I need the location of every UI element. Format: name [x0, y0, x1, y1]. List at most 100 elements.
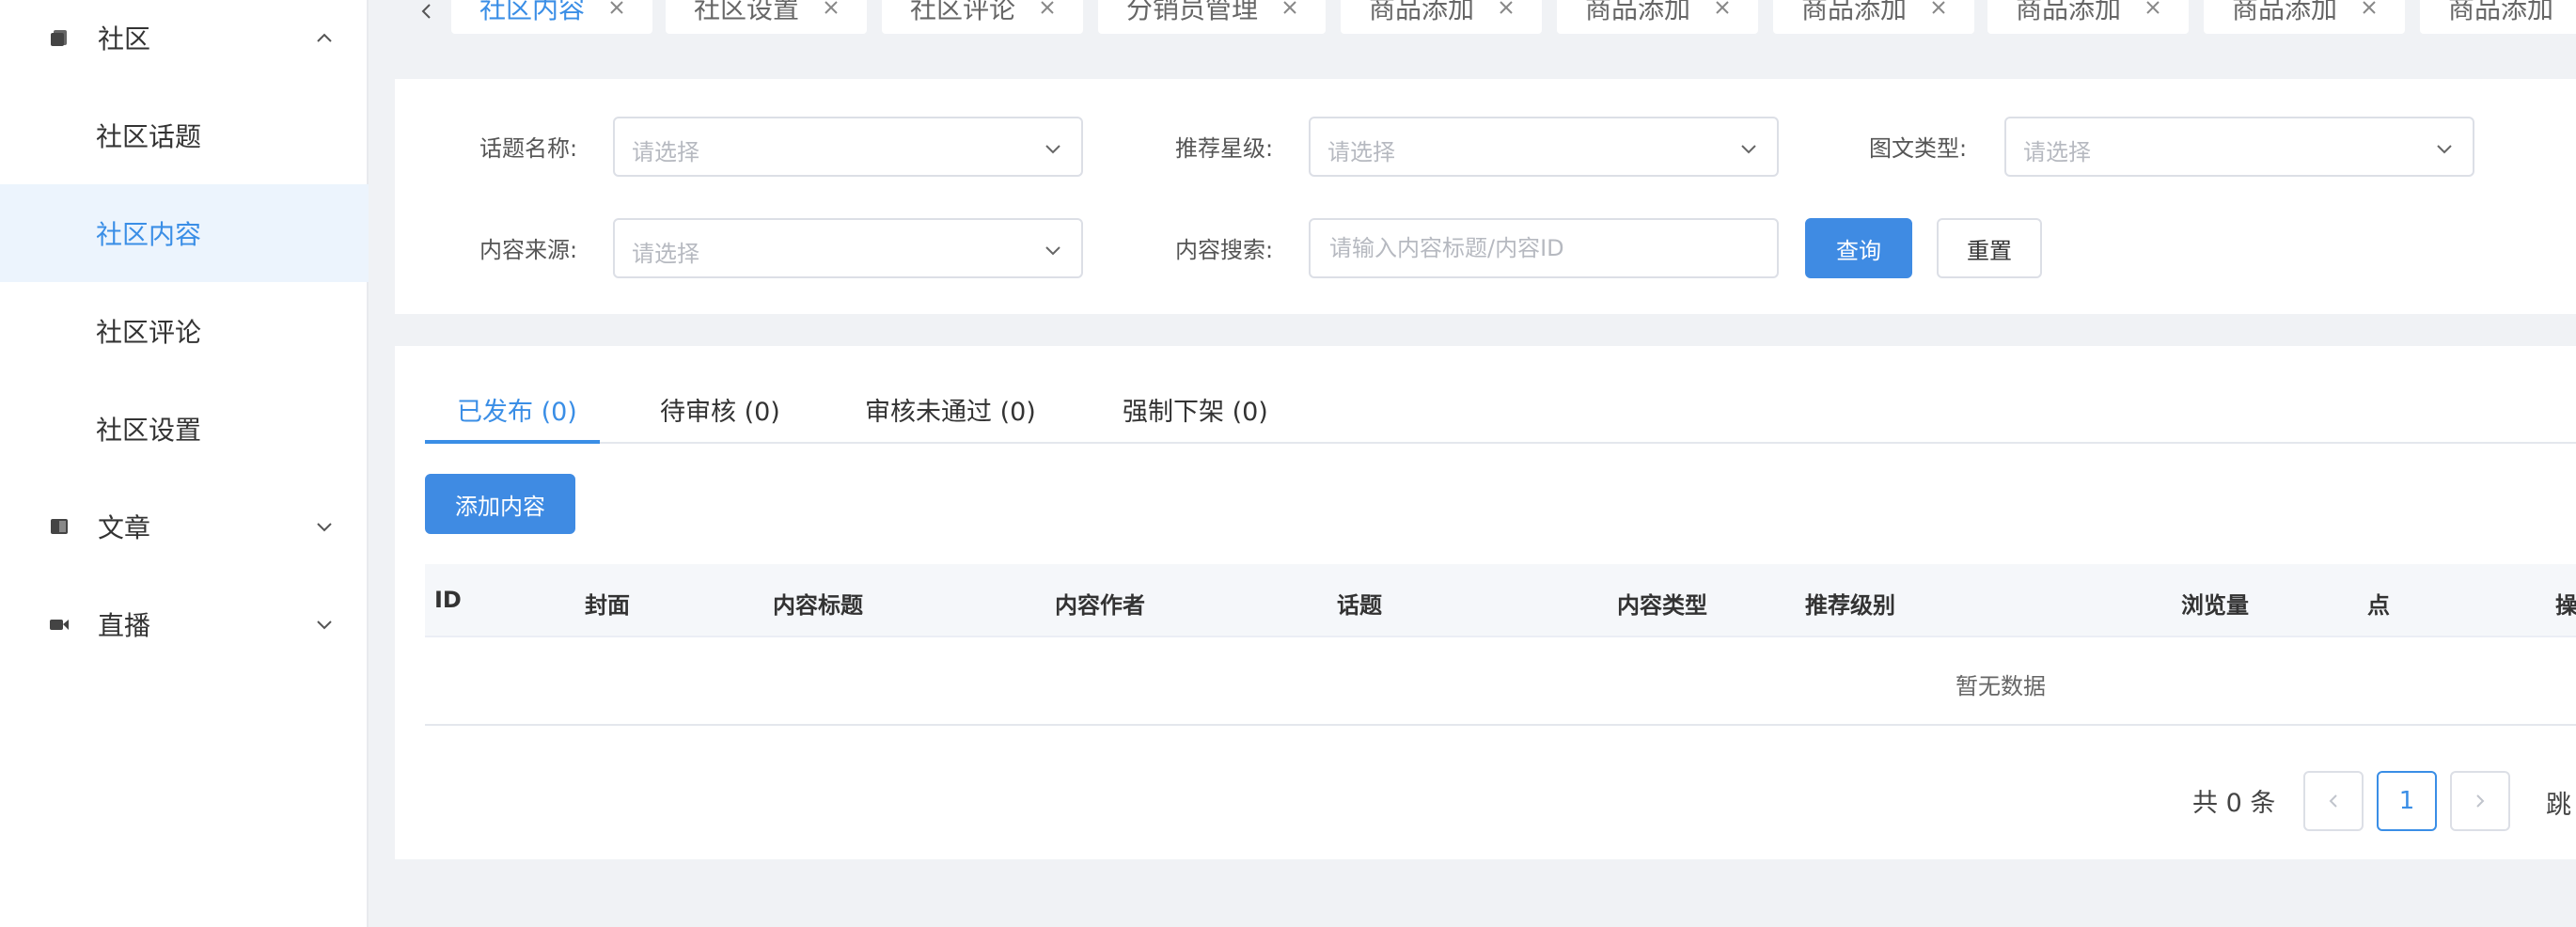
query-button[interactable]: 查询: [1805, 218, 1912, 278]
pagination-total: 共 0 条: [2192, 789, 2276, 818]
page-tab[interactable]: 社区评论: [882, 0, 1084, 34]
search-label: 内容搜索:: [1175, 237, 1274, 263]
source-select[interactable]: 请选择: [613, 218, 1083, 278]
page-tab[interactable]: 商品添加: [1557, 0, 1759, 34]
page-tab-label: 社区设置: [694, 0, 800, 24]
sidebar-group-article[interactable]: 文章: [0, 478, 369, 575]
close-icon[interactable]: [1040, 0, 1055, 15]
sidebar-group-label: 社区: [98, 24, 151, 55]
column-header[interactable]: 内容类型: [1617, 587, 1707, 620]
chevron-down-icon: [1045, 246, 1060, 256]
column-header[interactable]: 封面: [585, 587, 630, 620]
tabs-scroll-left-button[interactable]: [410, 0, 444, 28]
sidebar-item-comments[interactable]: 社区评论: [0, 282, 369, 380]
prev-page-button[interactable]: [2303, 771, 2364, 831]
close-icon[interactable]: [2362, 0, 2377, 15]
star-label: 推荐星级:: [1175, 135, 1274, 162]
column-header[interactable]: 内容标题: [773, 587, 863, 620]
page-tab-label: 社区内容: [479, 0, 586, 24]
chevron-right-icon: [2476, 794, 2485, 808]
content-search-input[interactable]: [1309, 218, 1779, 278]
column-header[interactable]: 话题: [1337, 587, 1382, 620]
live-icon: [50, 620, 69, 630]
close-icon[interactable]: [1499, 0, 1514, 15]
search-filter-panel: 话题名称: 请选择 推荐星级: 请选择 图文类型: 请选择 内容来源: 请选择 …: [395, 79, 2576, 314]
type-select-placeholder: 请选择: [2023, 139, 2091, 165]
chevron-left-icon: [421, 4, 431, 19]
chevron-left-icon: [2329, 794, 2337, 808]
page-tab-label: 商品添加: [1369, 0, 1475, 24]
sidebar-item-label: 社区内容: [96, 219, 202, 250]
page-number-button[interactable]: 1: [2377, 771, 2437, 831]
sidebar-group-community[interactable]: 社区: [0, 0, 369, 86]
page-tab-label: 商品添加: [2448, 0, 2554, 24]
sidebar-item-content[interactable]: 社区内容: [0, 184, 369, 282]
column-header[interactable]: 推荐级别: [1805, 587, 1895, 620]
pagination-jump-label: 跳: [2546, 791, 2571, 820]
chevron-down-icon: [317, 523, 332, 532]
page-tab[interactable]: 商品添加: [1987, 0, 2190, 34]
column-header[interactable]: 点: [2367, 587, 2390, 620]
sidebar: 社区 社区话题 社区内容 社区评论 社区设置 文章 直播: [0, 0, 369, 927]
page-tab[interactable]: 商品添加: [1341, 0, 1543, 34]
page-tab-label: 商品添加: [1585, 0, 1691, 24]
type-label: 图文类型:: [1869, 135, 1968, 162]
topic-select[interactable]: 请选择: [613, 117, 1083, 177]
page-tab-label: 商品添加: [2232, 0, 2338, 24]
article-icon: [51, 519, 68, 534]
source-label: 内容来源:: [479, 237, 578, 263]
chevron-up-icon: [317, 33, 332, 42]
sidebar-group-live[interactable]: 直播: [0, 575, 369, 673]
reset-button[interactable]: 重置: [1937, 218, 2042, 278]
column-header[interactable]: ID: [434, 587, 462, 613]
empty-text: 暂无数据: [1956, 673, 2046, 699]
topic-label: 话题名称:: [479, 135, 578, 162]
sidebar-item-label: 社区话题: [96, 121, 202, 152]
page-tab-label: 社区评论: [910, 0, 1016, 24]
tabs-divider: [425, 442, 2576, 444]
close-icon[interactable]: [824, 0, 839, 15]
column-header[interactable]: 操: [2555, 587, 2576, 620]
page-tab[interactable]: 商品添加: [2420, 0, 2576, 34]
page-tab-label: 分销员管理: [1126, 0, 1259, 24]
add-content-button[interactable]: 添加内容: [425, 474, 575, 534]
close-icon[interactable]: [609, 0, 624, 15]
page-tab[interactable]: 社区内容: [451, 0, 653, 34]
close-icon[interactable]: [1715, 0, 1730, 15]
table-header: ID 封面 内容标题 内容作者 话题 内容类型 推荐级别 浏览量 点 操: [425, 564, 2576, 637]
tab-pending[interactable]: 待审核 (0): [660, 391, 780, 428]
page-tab[interactable]: 商品添加: [1773, 0, 1975, 34]
star-select[interactable]: 请选择: [1309, 117, 1779, 177]
close-icon[interactable]: [1931, 0, 1946, 15]
page-tab[interactable]: 社区设置: [666, 0, 868, 34]
chevron-down-icon: [2437, 145, 2452, 154]
chevron-down-icon: [317, 621, 332, 630]
tab-rejected[interactable]: 审核未通过 (0): [865, 391, 1036, 428]
page-tab-label: 商品添加: [2016, 0, 2122, 24]
source-select-placeholder: 请选择: [632, 241, 699, 267]
community-icon: [51, 30, 67, 46]
close-icon[interactable]: [2145, 0, 2160, 15]
tab-forced-offline[interactable]: 强制下架 (0): [1123, 391, 1268, 428]
sidebar-item-topics[interactable]: 社区话题: [0, 86, 369, 184]
column-header[interactable]: 内容作者: [1055, 587, 1145, 620]
tab-published[interactable]: 已发布 (0): [457, 391, 577, 428]
page-tab[interactable]: 分销员管理: [1098, 0, 1327, 34]
close-icon[interactable]: [1282, 0, 1297, 15]
chevron-down-icon: [1741, 145, 1756, 154]
type-select[interactable]: 请选择: [2004, 117, 2474, 177]
topic-select-placeholder: 请选择: [632, 139, 699, 165]
star-select-placeholder: 请选择: [1327, 139, 1395, 165]
sidebar-item-label: 社区评论: [96, 317, 202, 348]
next-page-button[interactable]: [2450, 771, 2510, 831]
column-header[interactable]: 浏览量: [2181, 587, 2249, 620]
sidebar-item-label: 社区设置: [96, 415, 202, 446]
sidebar-item-settings[interactable]: 社区设置: [0, 380, 369, 478]
active-tab-indicator: [425, 440, 600, 444]
chevron-down-icon: [1045, 145, 1060, 154]
table-empty-row: 暂无数据: [425, 637, 2576, 726]
sidebar-group-label: 文章: [98, 512, 151, 543]
sidebar-group-label: 直播: [98, 610, 151, 641]
page-tab[interactable]: 商品添加: [2204, 0, 2406, 34]
page-tabs-bar: 社区内容 社区设置 社区评论 分销员管理 商品添加 商品添加 商品添加 商品添加…: [395, 0, 2576, 34]
